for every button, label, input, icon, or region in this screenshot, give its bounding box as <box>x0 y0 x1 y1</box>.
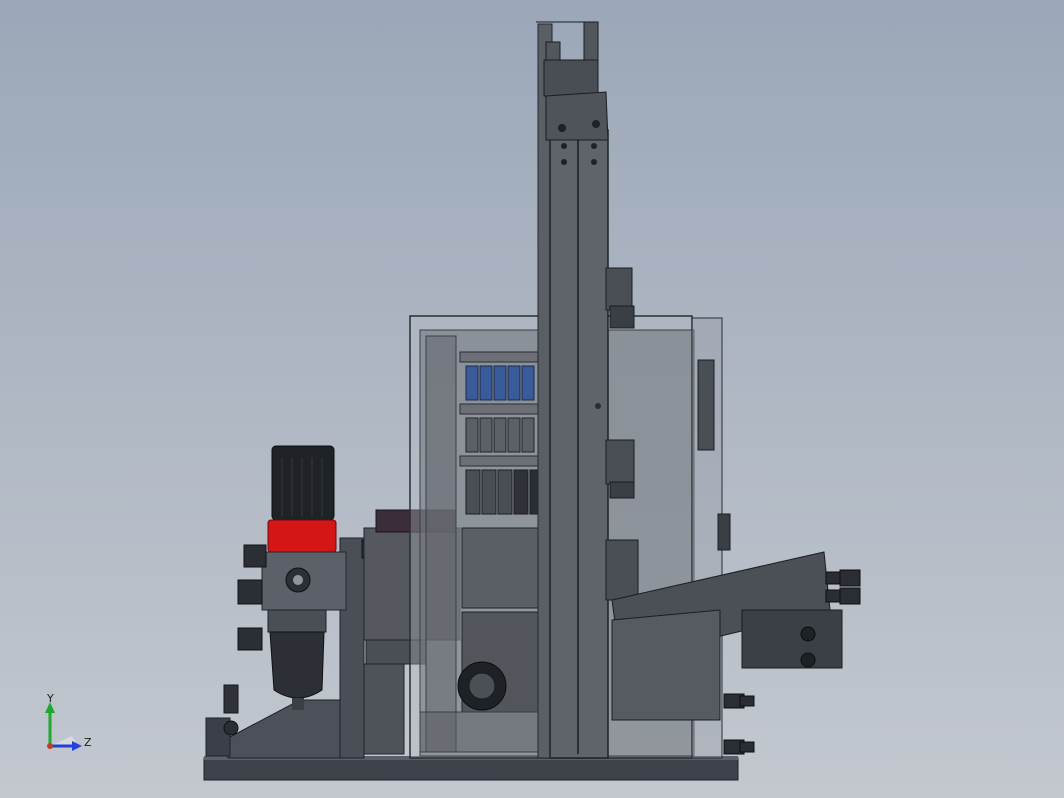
cad-model[interactable] <box>0 0 1064 798</box>
right-cylinder-upper <box>605 267 633 311</box>
door-hinge-upper <box>697 359 715 451</box>
regulator-bowl-guard <box>267 609 327 633</box>
terminal-block-row-2 <box>465 417 535 453</box>
left-fitting-small <box>223 684 239 714</box>
regulator-side-fitting-left <box>243 544 267 568</box>
upper-slider-block <box>545 91 609 141</box>
cable-gland-inner <box>468 672 496 700</box>
cad-viewport[interactable]: Y Z <box>0 0 1064 798</box>
regulator-drain <box>292 698 304 710</box>
actuator-end-block <box>741 609 843 669</box>
terminal-block-row-1 <box>465 365 535 401</box>
base-plate <box>203 757 739 781</box>
regulator-bowl <box>269 631 325 699</box>
angled-actuator-lower <box>611 609 721 721</box>
motor-bracket-lower <box>363 663 405 755</box>
enclosure-inner-wall <box>425 335 457 753</box>
left-gusset-bracket <box>227 699 346 759</box>
door-latch <box>717 513 731 551</box>
right-cylinder-mid <box>605 439 635 485</box>
top-clamp-block <box>543 59 599 97</box>
coordinate-triad: Y Z <box>38 692 98 758</box>
regulator-side-fitting-left-3 <box>237 627 263 651</box>
lower-right-fittings <box>723 693 755 755</box>
power-supply <box>461 527 549 609</box>
regulator-gauge-port-inner <box>293 575 303 585</box>
left-fitting-nut <box>223 720 239 736</box>
actuator-air-fittings <box>825 569 861 605</box>
triad-z-label: Z <box>84 736 92 749</box>
regulator-knob <box>271 445 335 521</box>
breaker-row <box>465 469 549 515</box>
right-cylinder-mid-cap <box>609 481 635 499</box>
right-block-lower <box>605 539 639 601</box>
triad-y-label: Y <box>47 692 54 705</box>
regulator-side-fitting-left-2 <box>237 579 263 605</box>
regulator-red-cap <box>267 519 337 553</box>
enclosure-base-tray <box>419 711 551 753</box>
right-cylinder-upper-cap <box>609 305 635 329</box>
column-hole <box>595 403 601 409</box>
